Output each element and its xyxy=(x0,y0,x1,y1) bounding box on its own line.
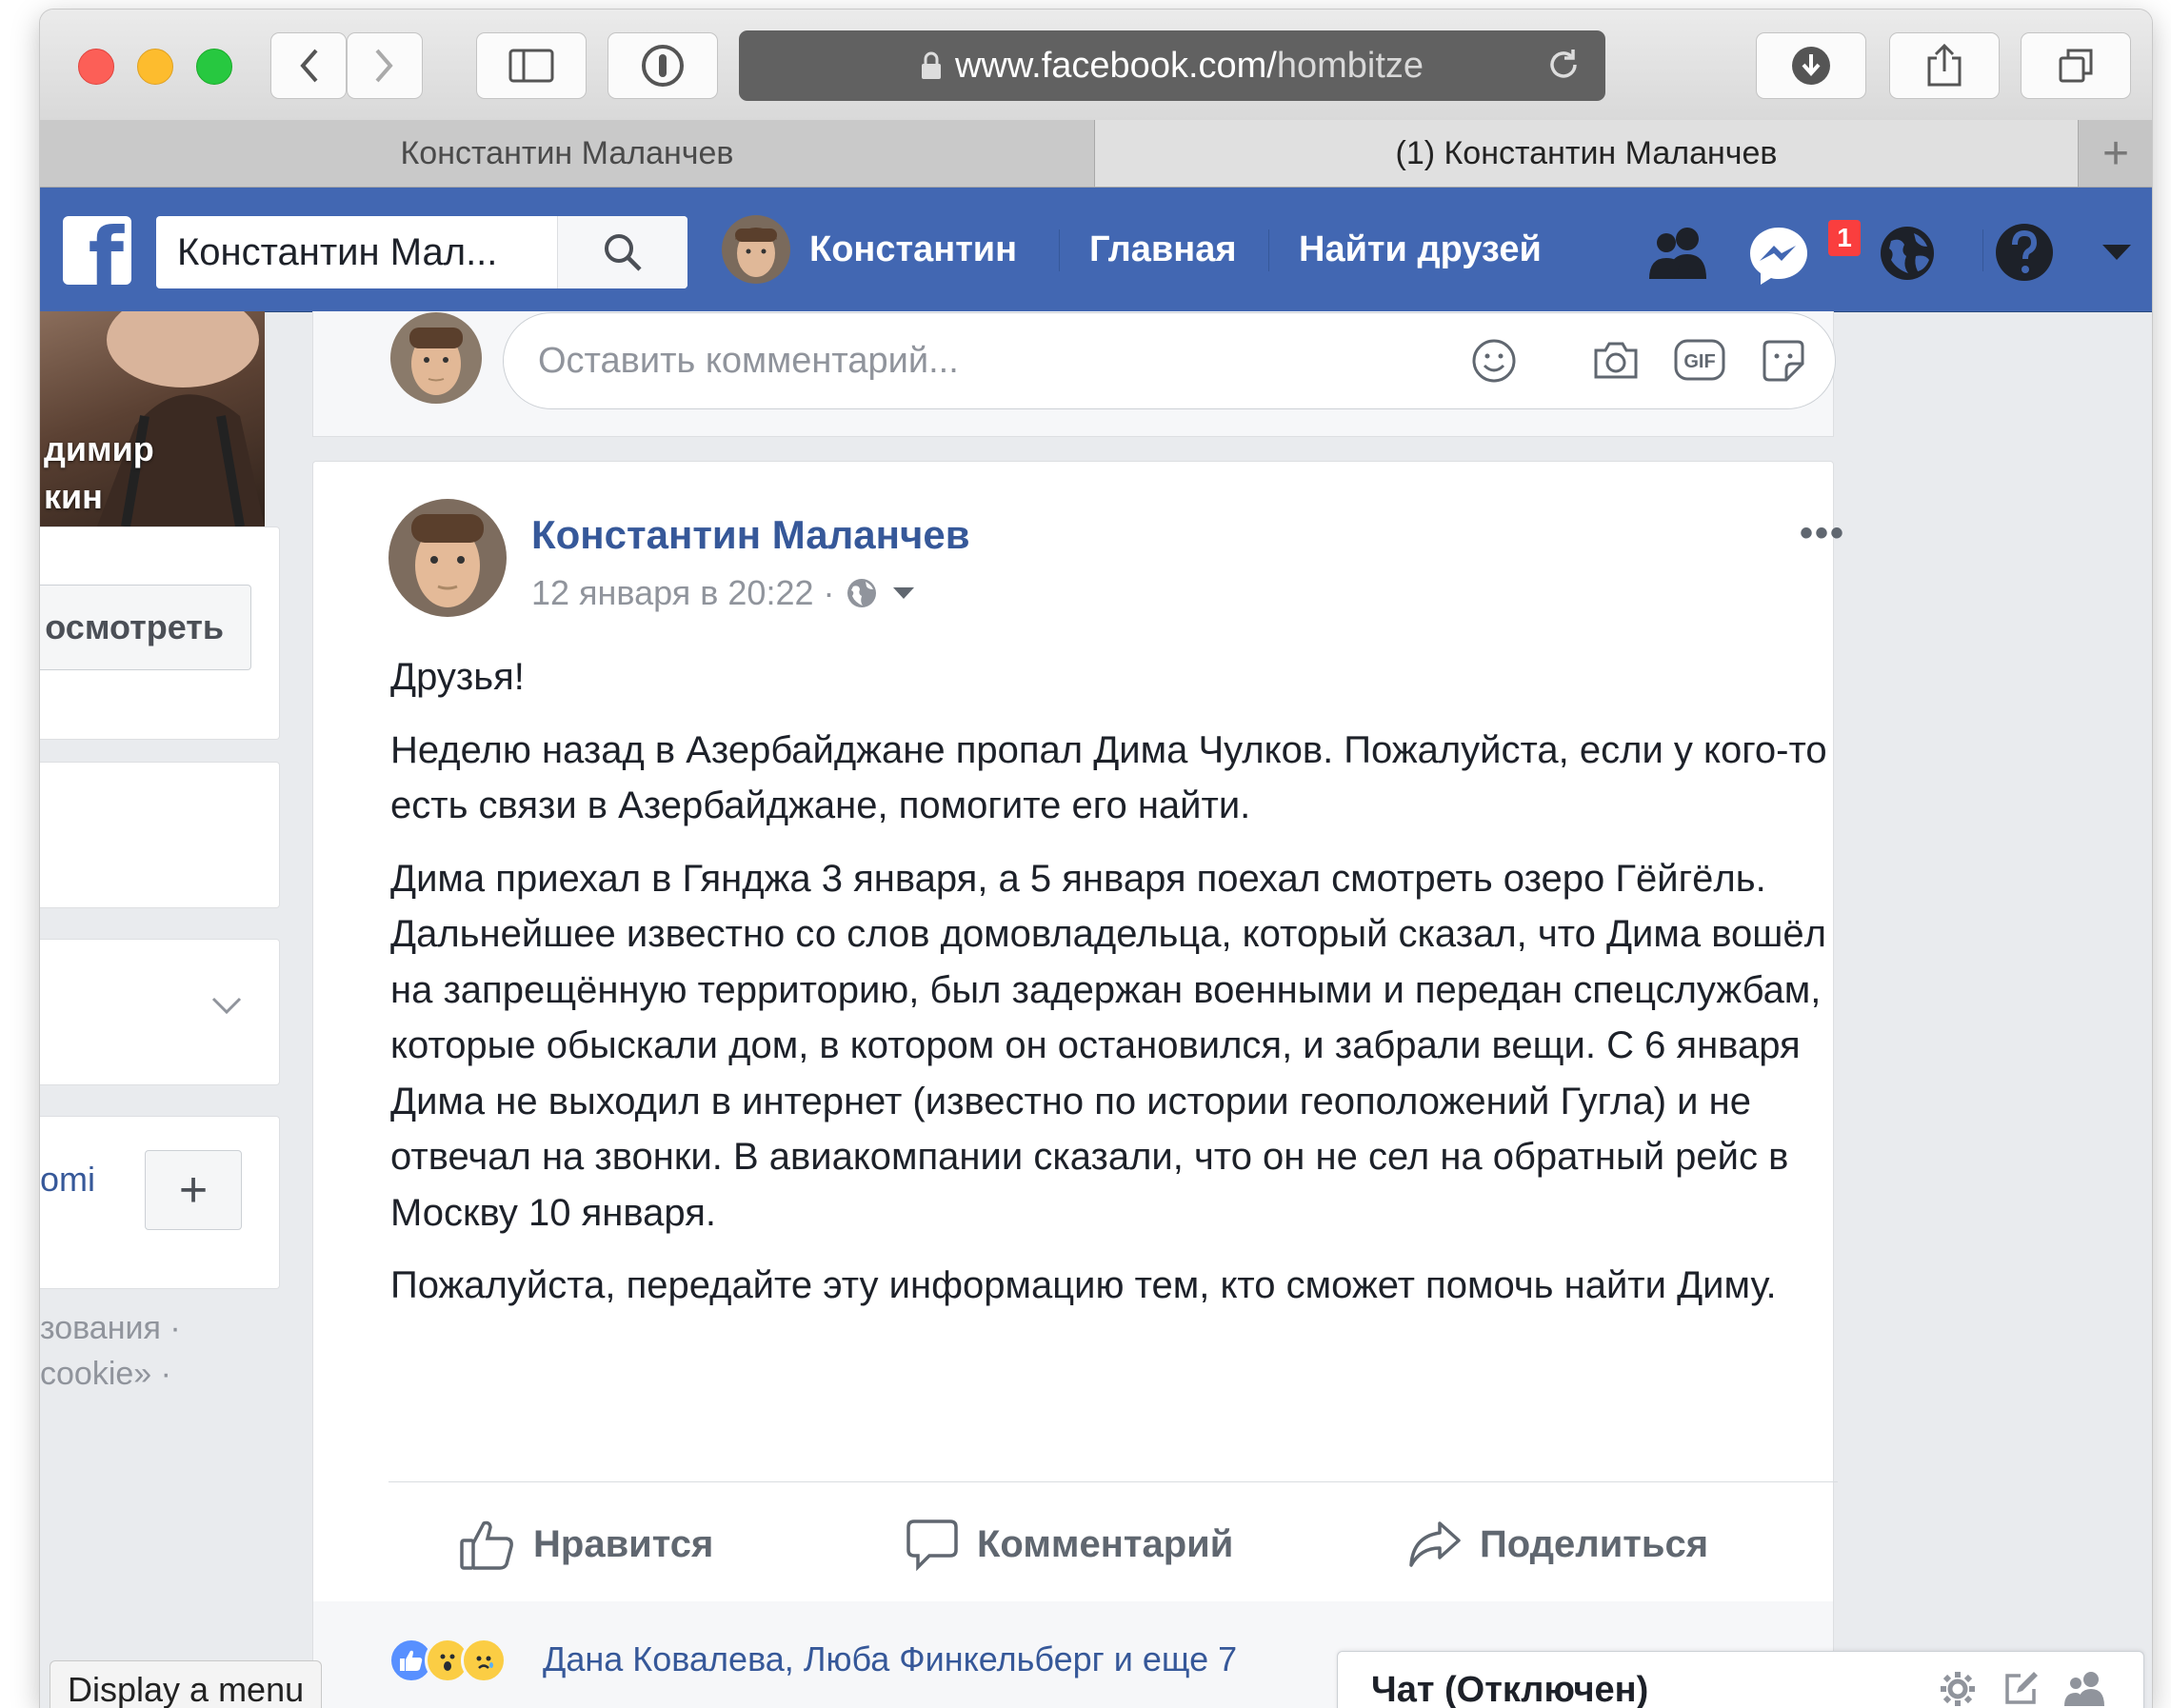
left-page-link[interactable]: omi xyxy=(40,1160,95,1200)
friend-requests-icon[interactable] xyxy=(1643,224,1714,281)
new-message-icon[interactable] xyxy=(2002,1670,2040,1708)
nav-divider xyxy=(1982,229,1983,271)
like-label: Нравится xyxy=(533,1522,714,1565)
left-collapsible-card[interactable] xyxy=(40,939,280,1085)
nav-profile-label: Константин xyxy=(809,228,1018,269)
left-profile-photo[interactable]: димир кин xyxy=(40,311,265,526)
facebook-logo-letter: f xyxy=(88,216,124,285)
sidebar-icon xyxy=(508,49,554,83)
chevron-down-icon[interactable] xyxy=(211,997,242,1016)
left-card xyxy=(40,762,280,908)
tooltip: Display a menu xyxy=(50,1660,323,1708)
facebook-logo-icon[interactable]: f xyxy=(63,216,131,285)
nav-divider xyxy=(1059,229,1060,271)
avatar xyxy=(722,215,790,284)
post-paragraph: Пожалуйста, передайте эту информацию тем… xyxy=(390,1264,1777,1306)
sticker-icon[interactable] xyxy=(1760,337,1807,385)
sad-reaction-icon xyxy=(461,1638,507,1683)
tabs-overview-button[interactable] xyxy=(2021,32,2131,99)
post-more-options-icon[interactable]: ••• xyxy=(1800,512,1845,555)
emoji-icon[interactable] xyxy=(1470,337,1518,385)
close-window-button[interactable] xyxy=(78,49,114,85)
post-divider xyxy=(388,1481,1838,1482)
nav-divider xyxy=(1268,229,1269,271)
chat-label[interactable]: Чат (Отключен) xyxy=(1371,1670,1648,1708)
share-icon xyxy=(1927,43,1962,87)
reaction-icons[interactable] xyxy=(388,1638,507,1683)
gif-icon[interactable]: GIF xyxy=(1674,339,1725,381)
messenger-icon[interactable] xyxy=(1748,226,1809,285)
footer-link-terms[interactable]: зования · xyxy=(40,1310,181,1347)
avatar xyxy=(390,312,482,404)
search-button[interactable] xyxy=(557,216,687,288)
url-path: hombitze xyxy=(1276,45,1424,86)
account-menu-chevron-down-icon[interactable] xyxy=(2101,243,2133,262)
svg-text:GIF: GIF xyxy=(1683,351,1715,372)
password-button[interactable] xyxy=(607,32,718,99)
tab-bar: Константин Маланчев (1) Константин Малан… xyxy=(40,120,2152,188)
url-host: www.facebook.com/ xyxy=(954,45,1277,86)
reload-icon[interactable] xyxy=(1544,46,1583,84)
nav-home[interactable]: Главная xyxy=(1089,188,1237,311)
view-button[interactable]: осмотреть xyxy=(40,585,251,670)
post-paragraph: Неделю назад в Азербайджане пропал Дима … xyxy=(390,728,1827,827)
nav-profile[interactable]: Константин xyxy=(722,188,1017,311)
tabs-icon xyxy=(2059,49,2093,83)
downloads-button[interactable] xyxy=(1756,32,1866,99)
settings-gear-icon[interactable] xyxy=(1939,1670,1977,1708)
post-paragraph: Дима приехал в Гянджа 3 января, а 5 янва… xyxy=(390,857,1826,1234)
search-value: Константин Мал... xyxy=(177,230,498,273)
comment-bubble-icon xyxy=(906,1519,958,1571)
left-photo-caption: димир кин xyxy=(44,426,154,521)
audience-globe-icon xyxy=(847,579,877,607)
camera-icon[interactable] xyxy=(1592,339,1640,381)
messages-badge: 1 xyxy=(1826,218,1862,258)
left-photo-caption-line2: кин xyxy=(44,477,103,516)
sidebar-toggle-button[interactable] xyxy=(476,32,587,99)
share-arrow-icon xyxy=(1409,1521,1461,1567)
left-photo-caption-line1: димир xyxy=(44,429,154,468)
address-bar[interactable]: www.facebook.com/hombitze xyxy=(739,30,1605,101)
minimize-window-button[interactable] xyxy=(137,49,173,85)
lock-icon xyxy=(921,51,941,79)
search-input[interactable]: Константин Мал... xyxy=(156,216,687,288)
download-icon xyxy=(1792,47,1830,85)
tab-2[interactable]: (1) Константин Маланчев xyxy=(1095,120,2078,187)
zoom-window-button[interactable] xyxy=(196,49,232,85)
key-icon xyxy=(642,45,684,87)
back-button[interactable] xyxy=(270,32,347,99)
create-group-icon[interactable] xyxy=(2062,1670,2108,1708)
forward-button[interactable] xyxy=(347,32,423,99)
thumbs-up-icon xyxy=(460,1520,513,1570)
post-author-name[interactable]: Константин Маланчев xyxy=(531,512,970,558)
add-button[interactable]: + xyxy=(145,1150,242,1230)
post-meta: 12 января в 20:22 · xyxy=(531,573,916,613)
footer-link-cookies[interactable]: cookie» · xyxy=(40,1356,171,1393)
comment-label: Комментарий xyxy=(977,1522,1234,1565)
comment-button[interactable]: Комментарий xyxy=(905,1506,1233,1582)
help-icon[interactable] xyxy=(1994,222,2055,283)
post-timestamp[interactable]: 12 января в 20:22 · xyxy=(531,573,834,613)
new-tab-button[interactable]: + xyxy=(2078,120,2152,187)
post-author-avatar[interactable] xyxy=(388,499,507,617)
like-button[interactable]: Нравится xyxy=(459,1506,713,1582)
browser-window: www.facebook.com/hombitze Константин Мал… xyxy=(40,10,2152,1708)
comment-placeholder: Оставить комментарий... xyxy=(538,340,959,381)
fb-header: f Константин Мал... Константин Главная Н… xyxy=(40,188,2152,312)
nav-find-friends[interactable]: Найти друзей xyxy=(1299,188,1542,311)
share-button[interactable] xyxy=(1889,32,2000,99)
share-post-button[interactable]: Поделиться xyxy=(1407,1506,1708,1582)
notifications-globe-icon[interactable] xyxy=(1878,224,1937,283)
post-text: Друзья! Неделю назад в Азербайджане проп… xyxy=(390,649,1847,1331)
reactions-names-link[interactable]: Дана Ковалева, Люба Финкельберг и еще 7 xyxy=(543,1639,1237,1679)
chevron-left-icon xyxy=(300,49,318,83)
share-label: Поделиться xyxy=(1480,1522,1709,1565)
audience-chevron-down-icon[interactable] xyxy=(891,586,916,601)
chevron-right-icon xyxy=(375,49,393,83)
search-icon xyxy=(605,234,642,271)
browser-toolbar: www.facebook.com/hombitze xyxy=(40,10,2152,121)
tab-1[interactable]: Константин Маланчев xyxy=(40,120,1095,187)
post-paragraph: Друзья! xyxy=(390,656,525,698)
